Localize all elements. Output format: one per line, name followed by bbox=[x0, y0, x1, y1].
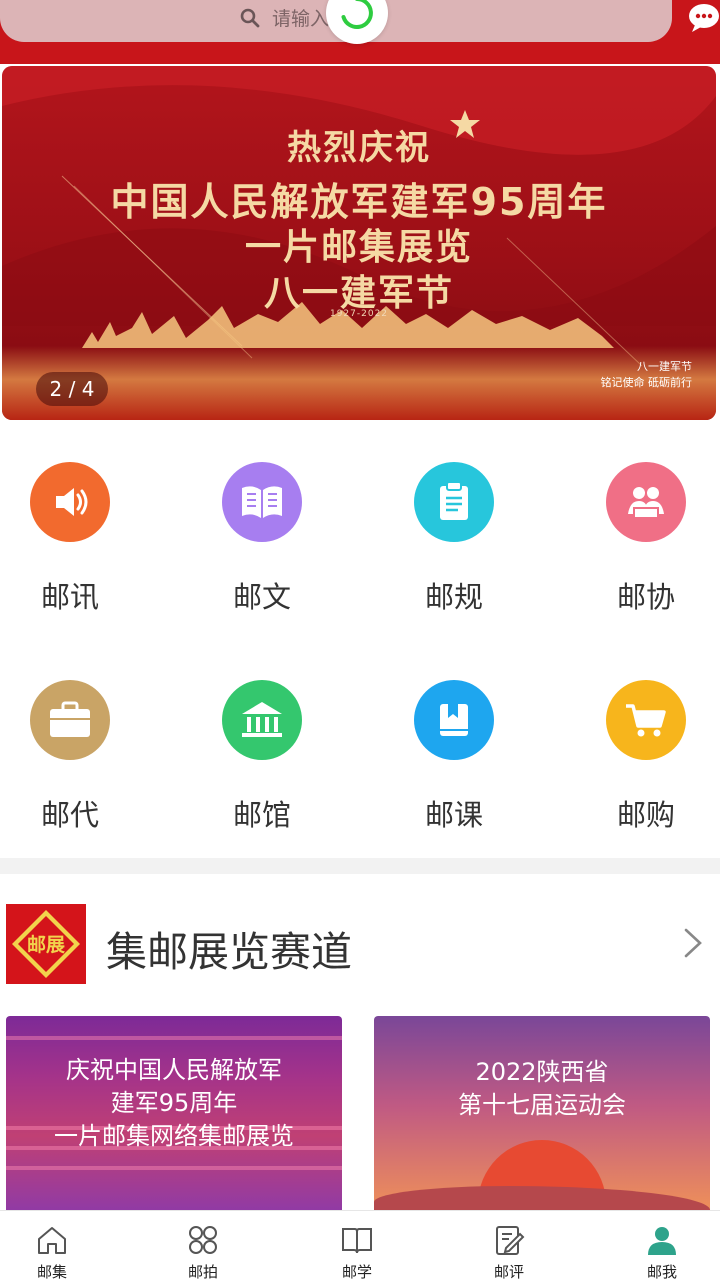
search-icon bbox=[240, 8, 260, 28]
tab-youpai[interactable]: 邮拍 bbox=[131, 1211, 275, 1280]
card-title: 2022陕西省 第十七届运动会 bbox=[374, 1056, 710, 1122]
card-2-line: 第十七届运动会 bbox=[458, 1091, 626, 1119]
section-title: 集邮展览赛道 bbox=[106, 928, 352, 976]
shortcut-yougou[interactable]: 邮购 bbox=[586, 680, 706, 834]
shortcut-label: 邮馆 bbox=[232, 798, 291, 832]
shortcut-label: 邮课 bbox=[424, 798, 483, 832]
tab-label: 邮我 bbox=[646, 1263, 677, 1280]
promo-banner[interactable]: 热烈庆祝 中国人民解放军建军95周年 一片邮集展览 八一建军节 1927-202… bbox=[2, 66, 716, 420]
exhibition-card-1[interactable]: 庆祝中国人民解放军 建军95周年 一片邮集网络集邮展览 bbox=[6, 1016, 342, 1216]
banner-corner-line-2: 铭记使命 砥砺前行 bbox=[600, 376, 693, 389]
tab-label: 邮学 bbox=[341, 1263, 372, 1280]
tab-youping[interactable]: 邮评 bbox=[437, 1211, 581, 1280]
tab-youji[interactable]: 邮集 bbox=[0, 1211, 124, 1280]
open-book-icon bbox=[342, 1228, 372, 1254]
tab-youxue[interactable]: 邮学 bbox=[285, 1211, 429, 1280]
card-stripe bbox=[6, 1166, 342, 1170]
shortcut-youxun[interactable]: 邮讯 bbox=[10, 462, 130, 616]
briefcase-icon bbox=[30, 680, 110, 760]
card-title: 庆祝中国人民解放军 建军95周年 一片邮集网络集邮展览 bbox=[6, 1054, 342, 1153]
banner-corner-line-1: 八一建军节 bbox=[637, 360, 692, 373]
book-icon bbox=[222, 462, 302, 542]
card-1-line: 一片邮集网络集邮展览 bbox=[54, 1122, 294, 1150]
shortcut-label: 邮讯 bbox=[40, 580, 99, 614]
banner-line-3: 一片邮集展览 bbox=[244, 227, 473, 268]
shortcut-youke[interactable]: 邮课 bbox=[394, 680, 514, 834]
user-icon bbox=[648, 1227, 676, 1255]
grid-icon bbox=[189, 1226, 217, 1254]
exhibition-stamp-logo: 邮展 bbox=[6, 904, 86, 984]
bookmark-icon bbox=[414, 680, 494, 760]
home-icon bbox=[38, 1227, 66, 1254]
card-stripe bbox=[6, 1036, 342, 1040]
banner-years: 1927-2022 bbox=[329, 309, 389, 319]
museum-icon bbox=[222, 680, 302, 760]
banner-line-1: 热烈庆祝 bbox=[287, 128, 431, 168]
shortcut-label: 邮规 bbox=[424, 580, 483, 614]
shortcut-youwen[interactable]: 邮文 bbox=[202, 462, 322, 616]
message-icon[interactable] bbox=[686, 0, 720, 34]
banner-corner-text: 八一建军节 铭记使命 砥砺前行 bbox=[601, 359, 693, 391]
exhibition-card-2[interactable]: 2022陕西省 第十七届运动会 bbox=[374, 1016, 710, 1216]
shortcut-label: 邮协 bbox=[616, 580, 675, 614]
card-1-line: 庆祝中国人民解放军 bbox=[66, 1056, 282, 1084]
app-root: 请输入内容 热烈庆祝 中国人民解放军建军95周年 一片邮集展览 八一建军节 19… bbox=[0, 0, 720, 1280]
banner-pager: 2 / 4 bbox=[36, 372, 108, 406]
exhibition-section-header[interactable]: 邮展 集邮展览赛道 bbox=[0, 900, 720, 986]
edit-icon bbox=[496, 1226, 525, 1255]
shortcut-youguan[interactable]: 邮馆 bbox=[202, 680, 322, 834]
star-icon bbox=[450, 110, 480, 138]
shortcut-yougui[interactable]: 邮规 bbox=[394, 462, 514, 616]
bottom-tab-bar: 邮集 邮拍 邮学 邮评 邮我 bbox=[0, 1210, 720, 1280]
stamp-text: 邮展 bbox=[27, 934, 65, 956]
shortcut-label: 邮文 bbox=[232, 580, 291, 614]
shortcut-label: 邮购 bbox=[616, 798, 675, 832]
card-2-line: 2022陕西省 bbox=[475, 1058, 609, 1086]
cart-icon bbox=[606, 680, 686, 760]
chevron-right-icon[interactable] bbox=[680, 926, 706, 960]
card-1-line: 建军95周年 bbox=[110, 1089, 238, 1117]
section-divider bbox=[0, 858, 720, 874]
tab-youwo[interactable]: 邮我 bbox=[590, 1211, 720, 1280]
top-header: 请输入内容 bbox=[0, 0, 720, 64]
shortcut-youdai[interactable]: 邮代 bbox=[10, 680, 130, 834]
shortcut-youxie[interactable]: 邮协 bbox=[586, 462, 706, 616]
shortcut-label: 邮代 bbox=[40, 798, 99, 832]
clipboard-icon bbox=[414, 462, 494, 542]
tab-label: 邮集 bbox=[36, 1263, 67, 1280]
speaker-icon bbox=[30, 462, 110, 542]
people-icon bbox=[606, 462, 686, 542]
spinner-icon bbox=[341, 0, 373, 29]
tab-label: 邮拍 bbox=[187, 1263, 218, 1280]
tab-label: 邮评 bbox=[493, 1263, 524, 1280]
